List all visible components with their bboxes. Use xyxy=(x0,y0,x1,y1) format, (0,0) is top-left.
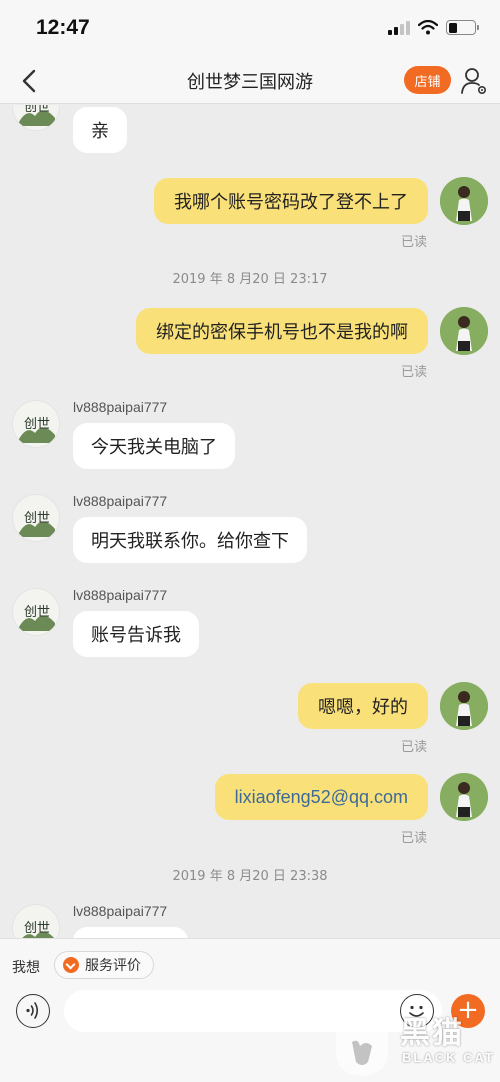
buyer-avatar[interactable] xyxy=(440,682,488,730)
black-cat-logo-icon xyxy=(336,1008,388,1076)
svg-text:创世: 创世 xyxy=(24,511,50,526)
message-bubble[interactable]: 账号告诉我 xyxy=(73,611,199,657)
seller-avatar[interactable]: 创世 xyxy=(12,494,60,542)
service-review-chip[interactable]: 服务评价 xyxy=(54,951,154,979)
user-settings-icon xyxy=(461,68,486,94)
seller-avatar[interactable]: 创世 xyxy=(12,400,60,448)
message-bubble[interactable]: 亲 xyxy=(73,107,127,153)
watermark-subtext: BLACK CAT xyxy=(402,1050,495,1065)
cellular-signal-icon xyxy=(388,20,410,35)
battery-icon xyxy=(446,20,479,35)
message-bubble[interactable] xyxy=(73,927,188,938)
svg-text:创世: 创世 xyxy=(24,605,50,620)
read-status: 已读 xyxy=(400,365,427,380)
sender-name: lv888paipai777 xyxy=(73,903,168,919)
message-bubble[interactable]: 嗯嗯，好的 xyxy=(298,683,428,729)
message-bubble[interactable]: 明天我联系你。给你查下 xyxy=(73,517,307,563)
message-bubble[interactable]: lixiaofeng52@qq.com xyxy=(214,774,428,820)
message-bubble[interactable]: 我哪个账号密码改了登不上了 xyxy=(154,178,428,224)
buyer-avatar[interactable] xyxy=(440,773,488,821)
voice-button[interactable] xyxy=(16,994,50,1028)
message-bubble[interactable]: 今天我关电脑了 xyxy=(73,423,235,469)
nav-bar: 创世梦三国网游 店铺 xyxy=(0,58,500,104)
status-icons xyxy=(388,20,479,35)
read-status: 已读 xyxy=(400,235,427,250)
sender-name: lv888paipai777 xyxy=(73,587,168,603)
read-status: 已读 xyxy=(400,831,427,846)
buyer-avatar[interactable] xyxy=(440,177,488,225)
read-status: 已读 xyxy=(400,740,427,755)
seller-avatar[interactable]: 创世 xyxy=(12,588,60,636)
quick-reply-label: 我想 xyxy=(12,960,40,976)
sender-name: lv888paipai777 xyxy=(73,399,168,415)
voice-icon xyxy=(26,1002,39,1019)
review-icon xyxy=(63,957,79,973)
wifi-icon xyxy=(418,20,438,35)
status-time: 12:47 xyxy=(36,16,90,39)
svg-text:创世: 创世 xyxy=(24,921,50,936)
timestamp: 2019 年 8 月20 日 23:17 xyxy=(172,272,328,287)
shop-button[interactable]: 店铺 xyxy=(404,66,451,94)
chat-area[interactable]: 创世 亲 我哪个账号密码改了登不上了 已读 2019 年 8 月20 日 23:… xyxy=(0,105,500,938)
svg-text:创世: 创世 xyxy=(24,417,50,432)
seller-avatar[interactable]: 创世 xyxy=(12,904,60,938)
message-bubble[interactable]: 绑定的密保手机号也不是我的啊 xyxy=(136,308,428,354)
status-bar: 12:47 xyxy=(0,0,500,58)
quick-reply-bar: 我想 服务评价 xyxy=(0,938,500,988)
chip-label: 服务评价 xyxy=(85,958,141,974)
watermark: 黑猫 BLACK CAT xyxy=(330,1002,495,1080)
buyer-avatar[interactable] xyxy=(440,307,488,355)
svg-text:创世: 创世 xyxy=(24,105,50,115)
timestamp: 2019 年 8 月20 日 23:38 xyxy=(172,869,328,884)
seller-avatar[interactable]: 创世 xyxy=(12,105,60,131)
sender-name: lv888paipai777 xyxy=(73,493,168,509)
watermark-text: 黑猫 xyxy=(400,1016,464,1051)
profile-settings-button[interactable] xyxy=(460,66,488,96)
